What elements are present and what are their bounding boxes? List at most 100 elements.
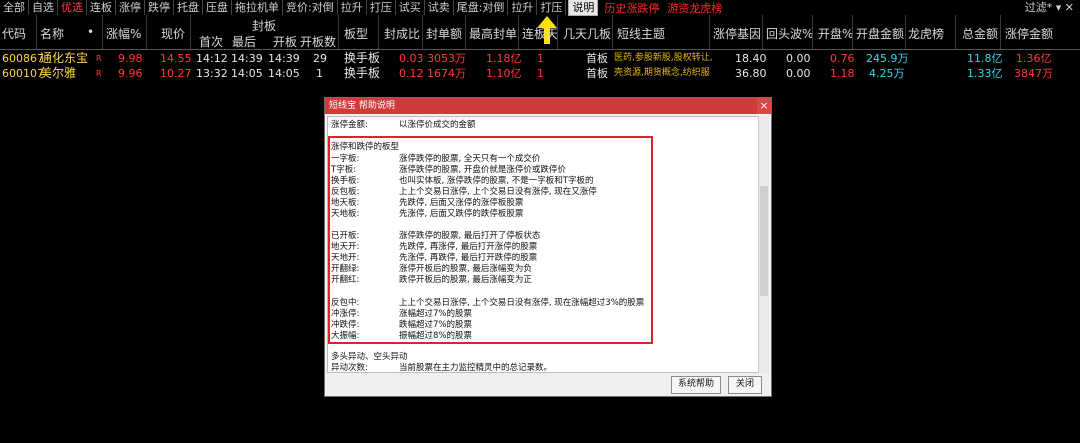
help-desc: 以涨停价成交的金额 <box>399 120 476 130</box>
col-code[interactable]: 代码 <box>2 25 26 42</box>
row-flag: R <box>96 69 102 78</box>
tab-try-buy[interactable]: 试买 <box>396 0 425 15</box>
tab-close-cross[interactable]: 尾盘:对倒 <box>454 0 509 15</box>
col-first[interactable]: 首次 <box>199 33 223 50</box>
row-total: 1.33亿 <box>967 67 1003 80</box>
row-last: 14:39 <box>231 52 263 65</box>
col-open-amount[interactable]: 开盘金额 <box>856 25 904 42</box>
history-limit-link[interactable]: 历史涨跌停 <box>600 0 663 16</box>
row-flag: R <box>96 54 102 63</box>
row-code: 600107 <box>2 67 44 80</box>
row-max-seal: 1.10亿 <box>486 67 522 80</box>
row-pullback: 0.00 <box>786 67 811 80</box>
col-base[interactable]: 涨停基因 <box>713 25 761 42</box>
dialog-title: 短线宝 帮助说明 <box>329 101 395 111</box>
col-name[interactable]: 名称 <box>40 25 64 42</box>
row-limit-amount: 3847万 <box>1014 67 1053 80</box>
row-theme: 壳资源,期货概念,纺织服 <box>614 68 710 78</box>
row-type: 换手板 <box>344 51 381 65</box>
tab-watchlist[interactable]: 自选 <box>29 0 58 15</box>
help-desc: 振幅超过8%的股票 <box>399 331 472 341</box>
row-seal-ratio: 0.12 <box>399 67 424 80</box>
row-name: 通化东宝 <box>40 51 89 65</box>
row-open-amount: 4.25万 <box>869 67 905 80</box>
row-open-pct: 0.76 <box>830 52 855 65</box>
close-icon[interactable]: × <box>757 98 771 114</box>
row-name: 美尔雅 <box>40 66 77 80</box>
tab-selected[interactable]: 优选 <box>58 0 87 15</box>
tab-close-press[interactable]: 打压 <box>537 0 567 15</box>
table-row[interactable]: 600107 美尔雅 R 9.96 10.27 13:32 14:05 14:0… <box>0 66 1080 81</box>
row-open-amount: 245.9万 <box>866 52 909 65</box>
section-title: 涨停和跌停的板型 <box>331 142 400 152</box>
dragon-link[interactable]: 游资龙虎榜 <box>663 0 726 16</box>
filter-label: 过滤* <box>1024 1 1053 14</box>
col-seal-amount[interactable]: 封单额 <box>426 25 462 42</box>
row-code: 600867 <box>2 52 44 65</box>
tab-limit-down[interactable]: 跌停 <box>145 0 174 15</box>
close-button[interactable]: 关闭 <box>728 376 762 394</box>
col-price[interactable]: 现价 <box>161 25 185 42</box>
col-dot: • <box>87 25 95 39</box>
tab-auction-press[interactable]: 打压 <box>367 0 396 15</box>
tab-close-pull[interactable]: 拉升 <box>508 0 538 15</box>
tab-support[interactable]: 托盘 <box>174 0 203 15</box>
col-limit-amount[interactable]: 涨停金额 <box>1005 25 1053 42</box>
col-lianban[interactable]: 连板天 <box>522 25 558 42</box>
row-price: 14.55 <box>160 52 192 65</box>
row-open-board: 14:39 <box>268 52 300 65</box>
scrollbar-thumb[interactable] <box>760 186 768 296</box>
dialog-content: 涨停金额: 以涨停价成交的金额 涨停和跌停的板型 一字板: 涨停跌停的股票, 全天… <box>327 116 759 373</box>
col-open-board[interactable]: 开板 <box>273 33 297 50</box>
col-open-pct[interactable]: 开盘% <box>818 25 853 42</box>
help-button[interactable]: 说明 <box>568 0 599 16</box>
dialog-scrollbar[interactable] <box>758 116 769 373</box>
tab-try-sell[interactable]: 试卖 <box>425 0 454 15</box>
row-limit-amount: 1.36亿 <box>1016 52 1052 65</box>
row-first: 14:12 <box>196 52 228 65</box>
help-desc: 当前股票在主力监控精灵中的总记录数。 <box>399 363 553 373</box>
row-base: 36.80 <box>735 67 767 80</box>
row-base: 18.40 <box>735 52 767 65</box>
filter-dropdown[interactable]: 过滤* ▾ ✕ <box>1025 0 1074 15</box>
col-last[interactable]: 最后 <box>232 33 256 50</box>
help-dialog: 短线宝 帮助说明 × 涨停金额: 以涨停价成交的金额 涨停和跌停的板型 一字板:… <box>324 97 772 397</box>
row-seal-amount: 3053万 <box>427 52 466 65</box>
col-pct[interactable]: 涨幅% <box>106 25 141 42</box>
row-max-seal: 1.18亿 <box>486 52 522 65</box>
tab-auction-pull[interactable]: 拉升 <box>338 0 367 15</box>
help-desc: 先涨停, 后面又跌停的跌停板股票 <box>399 209 524 219</box>
row-open-count: 29 <box>313 52 327 65</box>
col-total-amount[interactable]: 总金额 <box>962 25 998 42</box>
table-header: 代码 名称 • 涨幅% 现价 封板 首次 最后 开板 开板数 板型 封成比 封单… <box>0 15 1080 50</box>
col-jitian[interactable]: 几天几板 <box>563 25 611 42</box>
row-jitian: 首板 <box>586 67 608 80</box>
col-theme[interactable]: 短线主题 <box>617 25 665 42</box>
close-icon[interactable]: ✕ <box>1065 1 1074 14</box>
row-total: 11.8亿 <box>967 52 1003 65</box>
tab-all[interactable]: 全部 <box>0 0 29 15</box>
dialog-titlebar[interactable]: 短线宝 帮助说明 × <box>325 98 771 114</box>
system-help-button[interactable]: 系统帮助 <box>671 376 721 394</box>
col-pullback[interactable]: 回头波% <box>766 25 813 42</box>
col-open-count[interactable]: 开板数 <box>300 33 336 50</box>
col-board-type[interactable]: 板型 <box>344 25 368 42</box>
tab-tractor[interactable]: 拖拉机单 <box>232 0 283 15</box>
row-open-pct: 1.18 <box>830 67 855 80</box>
col-max-seal[interactable]: 最高封单 <box>469 25 517 42</box>
row-price: 10.27 <box>160 67 192 80</box>
help-term: 异动次数: <box>331 363 368 373</box>
row-seal-ratio: 0.03 <box>399 52 424 65</box>
tab-press[interactable]: 压盘 <box>203 0 232 15</box>
tab-limit-up[interactable]: 涨停 <box>116 0 145 15</box>
row-seal-amount: 1674万 <box>427 67 466 80</box>
col-seal-ratio[interactable]: 封成比 <box>384 25 420 42</box>
row-jitian: 首板 <box>586 52 608 65</box>
row-pct: 9.98 <box>118 52 143 65</box>
help-term: 开翻红: <box>331 275 360 285</box>
col-fengban: 封板 <box>252 19 277 33</box>
col-dragon[interactable]: 龙虎榜 <box>908 25 944 42</box>
table-row[interactable]: 600867 通化东宝 R 9.98 14.55 14:12 14:39 14:… <box>0 51 1080 66</box>
tab-lianban[interactable]: 连板 <box>87 0 116 15</box>
tab-auction-cross[interactable]: 竞价:对倒 <box>283 0 338 15</box>
